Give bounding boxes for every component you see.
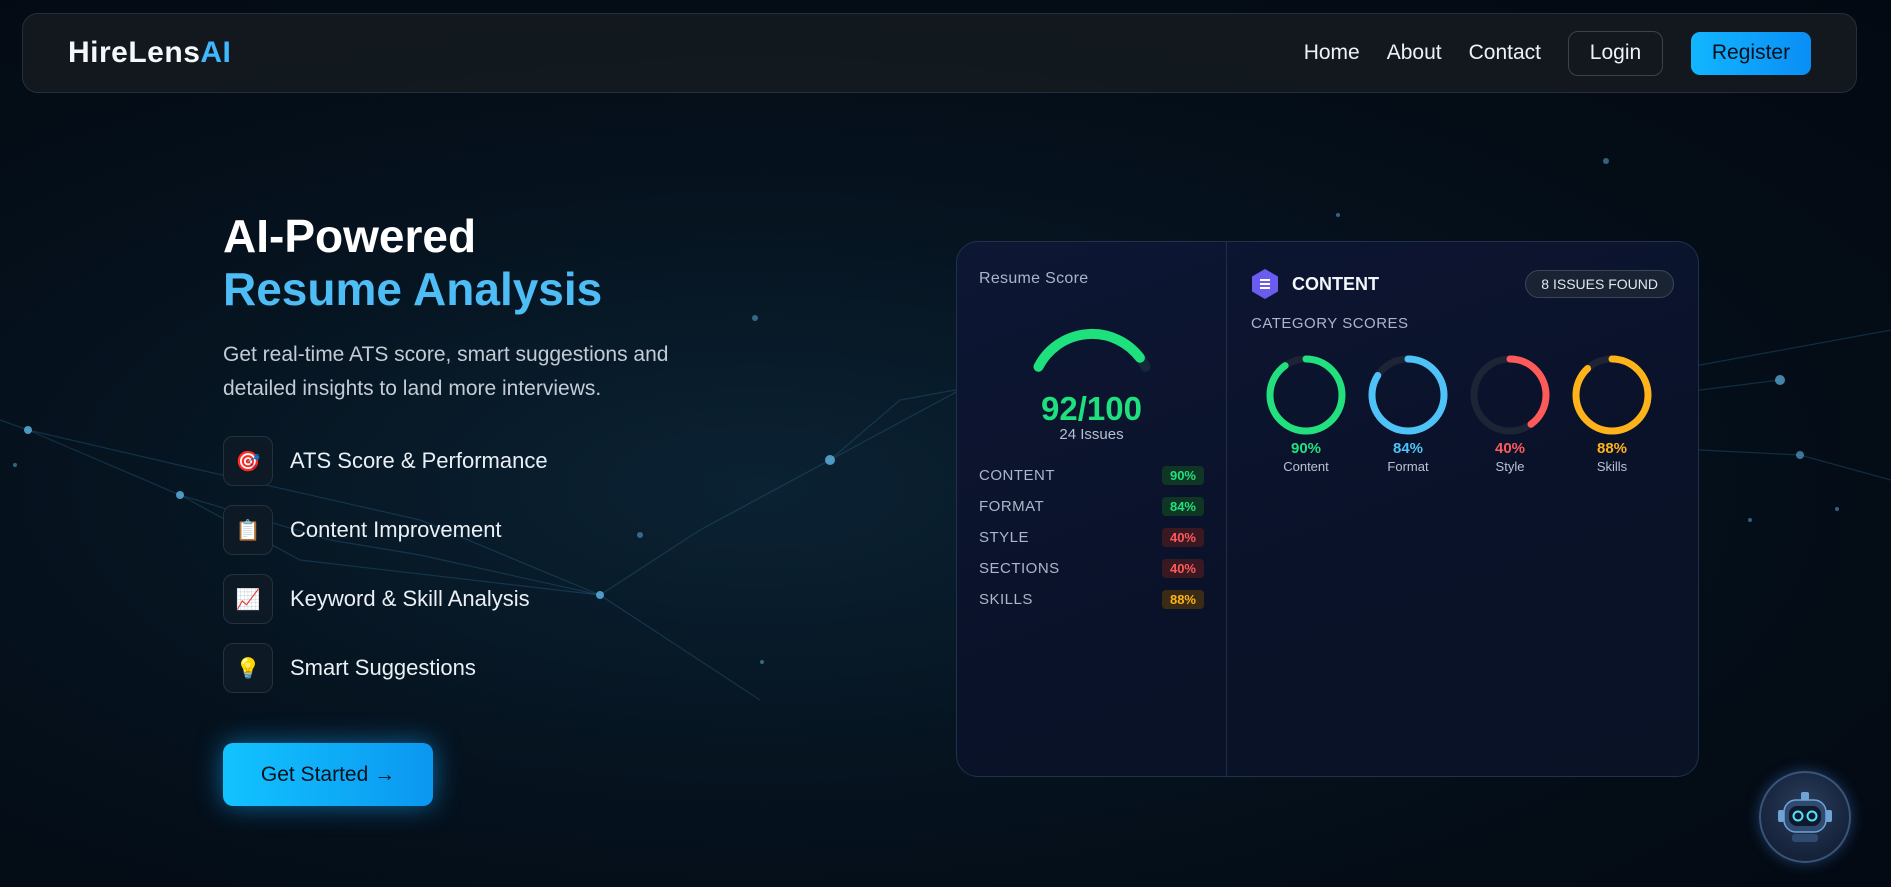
category-ring-skills: 88% Skills — [1571, 354, 1653, 474]
breakdown-label: SECTIONS — [979, 560, 1060, 577]
breakdown-row: SKILLS 88% — [979, 584, 1204, 615]
breakdown-row: FORMAT 84% — [979, 491, 1204, 522]
score-pane: Resume Score 92/100 24 Issues CONTENT 90… — [957, 242, 1227, 776]
chatbot-button[interactable] — [1759, 771, 1851, 863]
nav-menu: Home About Contact Login Register — [1304, 30, 1811, 76]
feature-item-content: 📋 Content Improvement — [223, 505, 783, 555]
ring-value: 40% — [1494, 440, 1526, 457]
breakdown-pct: 88% — [1161, 590, 1204, 609]
score-gauge — [1033, 328, 1150, 372]
gauge-fill — [1033, 328, 1145, 372]
chart-icon: 📈 — [223, 574, 273, 624]
brand-suffix: AI — [200, 36, 232, 69]
category-ring-content: 90% Content — [1265, 354, 1347, 474]
lightbulb-icon: 💡 — [223, 643, 273, 693]
score-value: 92/100 — [1041, 390, 1142, 427]
ring-chart — [1266, 355, 1346, 435]
nav-link-about[interactable]: About — [1387, 41, 1442, 65]
resume-score-label: Resume Score — [979, 270, 1089, 287]
breakdown-row: CONTENT 90% — [979, 460, 1204, 491]
feature-item-keyword: 📈 Keyword & Skill Analysis — [223, 574, 783, 624]
category-ring-format: 84% Format — [1367, 354, 1449, 474]
breakdown-pct: 84% — [1161, 497, 1204, 516]
section-title: CONTENT — [1292, 273, 1379, 294]
navbar: HireLensAI Home About Contact Login Regi… — [22, 13, 1857, 93]
hero-title-line2: Resume Analysis — [223, 263, 603, 315]
feature-item-suggestions: 💡 Smart Suggestions — [223, 643, 783, 693]
ring-chart — [1572, 355, 1652, 435]
hero-title-line1: AI-Powered — [223, 210, 477, 262]
category-rings: 90% Content 84% Format 40% Style 88% Skills — [1265, 354, 1674, 474]
category-pane: CONTENT 8 ISSUES FOUND CATEGORY SCORES 9… — [1227, 242, 1698, 776]
register-button[interactable]: Register — [1691, 31, 1811, 75]
issues-count: 24 Issues — [1059, 426, 1124, 443]
breakdown-label: FORMAT — [979, 498, 1045, 515]
score-breakdown: CONTENT 90% FORMAT 84% STYLE 40% SECTION… — [979, 460, 1204, 615]
ring-fill — [1266, 355, 1346, 435]
breakdown-pct: 90% — [1161, 466, 1204, 485]
brand-logo[interactable]: HireLensAI — [68, 36, 231, 70]
hero-subtitle: Get real-time ATS score, smart suggestio… — [223, 343, 669, 400]
hero-title: AI-Powered Resume Analysis — [223, 210, 783, 316]
category-ring-style: 40% Style — [1469, 354, 1551, 474]
feature-label: Content Improvement — [290, 517, 502, 542]
feature-list: 🎯 ATS Score & Performance 📋 Content Impr… — [223, 436, 783, 693]
hero-section: AI-Powered Resume Analysis Get real-time… — [223, 210, 783, 806]
ring-label: Style — [1495, 459, 1525, 474]
breakdown-row: STYLE 40% — [979, 522, 1204, 553]
feature-label: ATS Score & Performance — [290, 448, 548, 473]
resume-dashboard-card: Resume Score 92/100 24 Issues CONTENT 90… — [956, 241, 1699, 777]
ring-label: Skills — [1596, 459, 1628, 474]
ring-value: 84% — [1392, 440, 1424, 457]
section-title-group: CONTENT — [1251, 268, 1379, 300]
breakdown-label: SKILLS — [979, 591, 1033, 608]
login-button[interactable]: Login — [1568, 30, 1663, 76]
target-icon: 🎯 — [223, 436, 273, 486]
nav-link-home[interactable]: Home — [1304, 41, 1360, 65]
robot-icon — [1778, 792, 1832, 842]
brand-name: HireLens — [68, 36, 201, 69]
breakdown-row: SECTIONS 40% — [979, 553, 1204, 584]
breakdown-label: CONTENT — [979, 467, 1055, 484]
breakdown-pct: 40% — [1161, 559, 1204, 578]
ring-fill — [1572, 355, 1652, 435]
ring-chart — [1470, 355, 1550, 435]
ring-label: Format — [1387, 459, 1429, 474]
get-started-button[interactable]: Get Started → — [223, 743, 433, 806]
nav-link-contact[interactable]: Contact — [1469, 41, 1541, 65]
ring-label: Content — [1283, 459, 1329, 474]
feature-label: Smart Suggestions — [290, 655, 476, 680]
issues-found-badge: 8 ISSUES FOUND — [1525, 270, 1674, 298]
breakdown-label: STYLE — [979, 529, 1030, 546]
list-icon — [1252, 269, 1278, 299]
ring-value: 88% — [1596, 440, 1628, 457]
breakdown-pct: 40% — [1161, 528, 1204, 547]
category-header: CONTENT 8 ISSUES FOUND — [1251, 268, 1674, 300]
feature-label: Keyword & Skill Analysis — [290, 586, 530, 611]
category-scores-label: CATEGORY SCORES — [1251, 315, 1409, 332]
ring-value: 90% — [1290, 440, 1322, 457]
ring-chart — [1368, 355, 1448, 435]
clipboard-icon: 📋 — [223, 505, 273, 555]
feature-item-ats: 🎯 ATS Score & Performance — [223, 436, 783, 486]
